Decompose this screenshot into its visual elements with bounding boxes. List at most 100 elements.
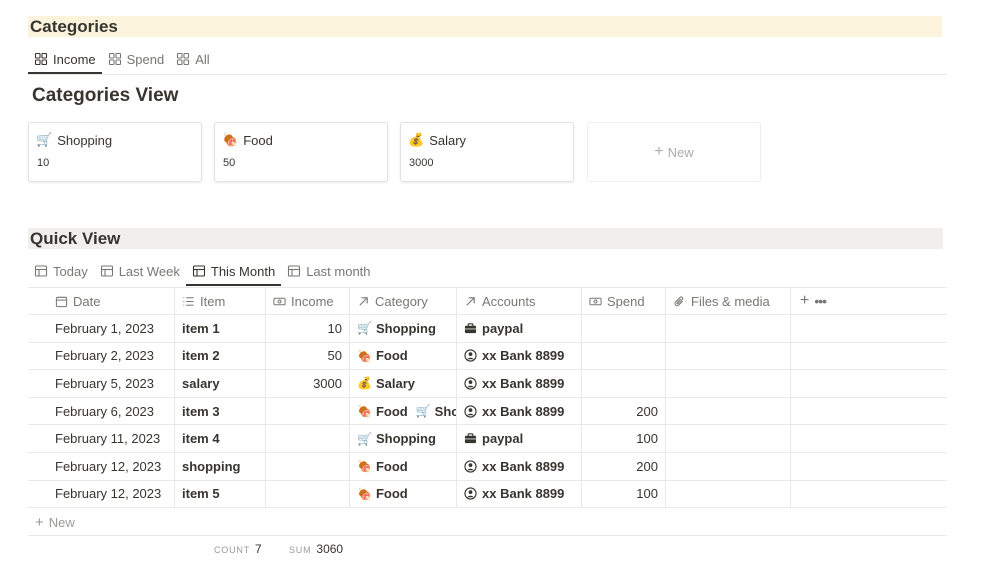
- add-column-plus-icon[interactable]: +: [800, 292, 809, 310]
- shopping-cart-icon: 🛒: [415, 404, 431, 419]
- table-row[interactable]: February 12, 2023 item 5 🍖 Food xx Bank 8899…: [28, 480, 947, 509]
- count-calculation[interactable]: COUNT 7: [214, 542, 262, 556]
- item-cell[interactable]: item 4: [175, 425, 266, 452]
- person-circle-icon: [464, 460, 477, 473]
- files-cell[interactable]: [666, 480, 791, 508]
- tab-spend[interactable]: Spend: [102, 44, 171, 74]
- date-cell[interactable]: February 11, 2023: [28, 425, 175, 452]
- account-cell[interactable]: xx Bank 8899: [457, 480, 582, 508]
- category-tag[interactable]: 🍖 Food: [357, 404, 408, 419]
- income-cell[interactable]: [266, 452, 350, 480]
- account-cell[interactable]: xx Bank 8899: [457, 452, 582, 480]
- account-cell[interactable]: paypal: [457, 425, 582, 452]
- spend-cell[interactable]: 100: [582, 480, 666, 508]
- category-cell[interactable]: 🛒 Shopping: [350, 315, 457, 342]
- income-cell[interactable]: [266, 480, 350, 508]
- category-cell[interactable]: 💰 Salary: [350, 370, 457, 397]
- tab-all[interactable]: All: [170, 44, 215, 74]
- empty-cell: [791, 315, 947, 342]
- category-tag[interactable]: 🛒 Sho: [415, 404, 456, 419]
- item-cell[interactable]: item 1: [175, 315, 266, 342]
- category-cell[interactable]: 🛒 Shopping: [350, 425, 457, 452]
- tab-last-week[interactable]: Last Week: [94, 256, 186, 286]
- column-header-label: Item: [200, 293, 226, 309]
- spend-cell[interactable]: [582, 315, 666, 342]
- files-cell[interactable]: [666, 425, 791, 452]
- files-cell[interactable]: [666, 370, 791, 397]
- files-cell[interactable]: [666, 342, 791, 370]
- category-card-food[interactable]: 🍖 Food 50: [214, 122, 388, 182]
- income-cell[interactable]: [266, 397, 350, 425]
- card-name: Shopping: [57, 132, 113, 148]
- date-cell[interactable]: February 2, 2023: [28, 342, 175, 370]
- income-cell[interactable]: 10: [266, 315, 350, 342]
- date-cell[interactable]: February 5, 2023: [28, 370, 175, 397]
- column-header-income[interactable]: Income: [266, 288, 350, 314]
- quick-view-title: Quick View: [30, 229, 121, 248]
- account-cell[interactable]: xx Bank 8899: [457, 370, 582, 397]
- category-tag[interactable]: 🍖 Food: [357, 348, 408, 363]
- column-header-accounts[interactable]: Accounts: [457, 288, 582, 314]
- sum-calculation[interactable]: SUM 3060: [289, 542, 343, 556]
- account-cell[interactable]: paypal: [457, 315, 582, 342]
- category-tag[interactable]: 🛒 Shopping: [357, 431, 436, 446]
- column-header-date[interactable]: Date: [28, 288, 175, 314]
- income-cell[interactable]: 50: [266, 342, 350, 370]
- item-cell[interactable]: item 3: [175, 397, 266, 425]
- column-actions: + •••: [791, 288, 947, 314]
- card-name: Salary: [429, 132, 467, 148]
- table-row[interactable]: February 12, 2023 shopping 🍖 Food xx Bank 88…: [28, 452, 947, 481]
- category-tag[interactable]: 💰 Salary: [357, 376, 415, 391]
- category-cell[interactable]: 🍖 Food: [350, 480, 457, 508]
- table-row[interactable]: February 2, 2023 item 2 50 🍖 Food xx Bank 889…: [28, 342, 947, 371]
- table-row[interactable]: February 6, 2023 item 3 🍖 Food 🛒 Sho xx Bank 8…: [28, 397, 947, 426]
- category-card-salary[interactable]: 💰 Salary 3000: [400, 122, 574, 182]
- account-cell[interactable]: xx Bank 8899: [457, 342, 582, 370]
- item-cell[interactable]: item 2: [175, 342, 266, 370]
- files-cell[interactable]: [666, 397, 791, 425]
- column-header-item[interactable]: Item: [175, 288, 266, 314]
- categories-view-title: Categories View: [32, 85, 179, 106]
- table-row[interactable]: February 5, 2023 salary 3000 💰 Salary xx Bank…: [28, 370, 947, 398]
- income-cell[interactable]: [266, 425, 350, 452]
- tab-income[interactable]: Income: [28, 44, 102, 74]
- date-cell[interactable]: February 12, 2023: [28, 480, 175, 508]
- spend-cell[interactable]: [582, 342, 666, 370]
- spend-cell[interactable]: 200: [582, 452, 666, 480]
- more-options-icon[interactable]: •••: [814, 293, 827, 309]
- category-cell[interactable]: 🍖 Food: [350, 342, 457, 370]
- category-cell[interactable]: 🍖 Food: [350, 452, 457, 480]
- new-row-button[interactable]: + New: [28, 509, 947, 536]
- files-cell[interactable]: [666, 315, 791, 342]
- tab-this-month[interactable]: This Month: [185, 256, 282, 286]
- category-cell[interactable]: 🍖 Food 🛒 Sho: [350, 397, 457, 425]
- new-card-button[interactable]: + New: [587, 122, 761, 182]
- table-row[interactable]: February 11, 2023 item 4 🛒 Shopping paypal 10…: [28, 425, 947, 453]
- income-cell[interactable]: 3000: [266, 370, 350, 397]
- item-cell[interactable]: salary: [175, 370, 266, 397]
- person-circle-icon: [464, 349, 477, 363]
- date-cell[interactable]: February 12, 2023: [28, 452, 175, 480]
- column-header-spend[interactable]: Spend: [582, 288, 666, 314]
- tab-last-month[interactable]: Last month: [281, 256, 376, 286]
- category-tag[interactable]: 🍖 Food: [357, 486, 408, 501]
- category-tag[interactable]: 🛒 Shopping: [357, 321, 436, 336]
- table-row[interactable]: February 1, 2023 item 1 10 🛒 Shopping paypal: [28, 315, 947, 343]
- meat-icon: 🍖: [357, 459, 372, 474]
- spend-cell[interactable]: 200: [582, 397, 666, 425]
- tab-today[interactable]: Today: [28, 256, 94, 286]
- tab-spend-label: Spend: [126, 51, 165, 67]
- spend-cell[interactable]: [582, 370, 666, 397]
- account-cell[interactable]: xx Bank 8899: [457, 397, 582, 425]
- date-cell[interactable]: February 1, 2023: [28, 315, 175, 342]
- spend-cell[interactable]: 100: [582, 425, 666, 452]
- column-header-files[interactable]: Files & media: [666, 288, 791, 314]
- column-header-category[interactable]: Category: [350, 288, 457, 314]
- category-card-shopping[interactable]: 🛒 Shopping 10: [28, 122, 202, 182]
- item-cell[interactable]: shopping: [175, 452, 266, 480]
- item-cell[interactable]: item 5: [175, 480, 266, 508]
- money-bag-icon: 💰: [408, 132, 425, 147]
- date-cell[interactable]: February 6, 2023: [28, 397, 175, 425]
- files-cell[interactable]: [666, 452, 791, 480]
- category-tag[interactable]: 🍖 Food: [357, 459, 408, 474]
